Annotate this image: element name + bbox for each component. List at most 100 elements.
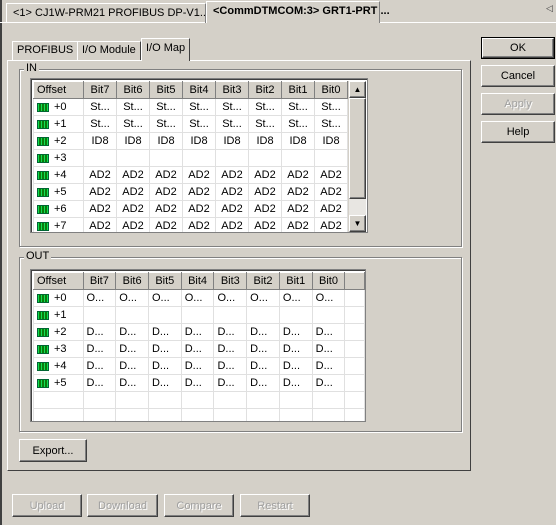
bit-cell[interactable]: St... [248,98,282,116]
bit-cell[interactable]: D... [147,374,182,392]
bit-cell[interactable]: D... [82,340,117,358]
bit-cell[interactable]: ID8 [149,132,183,150]
bit-cell[interactable]: ID8 [248,132,282,150]
scroll-up-button[interactable]: ▲ [349,81,366,98]
bit-cell[interactable]: St... [314,115,348,133]
bit-cell[interactable]: ID8 [215,132,249,150]
bit-cell[interactable]: D... [311,340,346,358]
bit-cell[interactable]: AD2 [182,166,216,184]
column-header[interactable]: Bit1 [278,272,313,290]
bit-cell[interactable]: O... [180,289,215,307]
bit-cell[interactable]: D... [82,357,117,375]
bit-cell[interactable]: AD2 [314,200,348,218]
bit-cell[interactable]: AD2 [248,200,282,218]
help-button[interactable]: Help [481,121,555,143]
bit-cell[interactable]: AD2 [314,183,348,201]
bit-cell[interactable]: D... [180,357,215,375]
bit-cell[interactable]: AD2 [83,166,117,184]
column-header[interactable]: Bit0 [311,272,346,290]
bit-cell[interactable] [314,149,348,167]
bit-cell[interactable]: D... [147,357,182,375]
bit-cell[interactable]: AD2 [215,200,249,218]
scroll-down-button[interactable]: ▼ [349,215,366,232]
bit-cell[interactable]: D... [115,340,149,358]
bit-cell[interactable]: D... [213,340,248,358]
bit-cell[interactable]: ID8 [281,132,315,150]
bit-cell[interactable]: AD2 [281,166,315,184]
table-row[interactable]: +2 D... D... D... D... D... D... D... D... [33,323,365,341]
bit-cell[interactable]: D... [278,357,313,375]
bit-cell[interactable]: AD2 [281,217,315,232]
bit-cell[interactable]: O... [82,289,117,307]
doc-tab-prm21[interactable]: <1> CJ1W-PRM21 PROFIBUS DP-V1... [6,3,209,23]
bit-cell[interactable]: D... [246,374,280,392]
bit-cell[interactable]: AD2 [248,166,282,184]
bit-cell[interactable]: ID8 [116,132,150,150]
bit-cell[interactable] [246,306,280,324]
bit-cell[interactable]: AD2 [149,200,183,218]
download-button[interactable]: Download [87,494,158,517]
bit-cell[interactable]: St... [248,115,282,133]
bit-cell[interactable]: AD2 [83,217,117,232]
bit-cell[interactable]: D... [278,374,313,392]
bit-cell[interactable]: O... [213,289,248,307]
bit-cell[interactable]: AD2 [215,217,249,232]
table-row[interactable]: +3 [33,149,348,167]
tab-scroll-left-icon[interactable]: ◁ [546,3,553,14]
bit-cell[interactable]: AD2 [116,200,150,218]
bit-cell[interactable]: AD2 [314,166,348,184]
cancel-button[interactable]: Cancel [481,65,555,87]
bit-cell[interactable]: D... [82,323,117,341]
column-header[interactable]: Bit2 [246,272,280,290]
tab-io-module[interactable]: I/O Module [77,41,141,60]
bit-cell[interactable]: St... [116,98,150,116]
bit-cell[interactable]: D... [246,357,280,375]
table-row[interactable]: +6 AD2 AD2 AD2 AD2 AD2 AD2 AD2 AD2 [33,200,348,218]
bit-cell[interactable] [83,149,117,167]
table-row[interactable]: +4 AD2 AD2 AD2 AD2 AD2 AD2 AD2 AD2 [33,166,348,184]
bit-cell[interactable]: D... [115,357,149,375]
bit-cell[interactable]: D... [147,323,182,341]
table-row[interactable]: +1 [33,306,365,324]
column-header[interactable]: Bit7 [82,272,117,290]
bit-cell[interactable]: St... [182,115,216,133]
column-header[interactable]: Bit2 [248,81,282,99]
column-header[interactable]: Bit4 [180,272,215,290]
bit-cell[interactable] [278,306,313,324]
bit-cell[interactable] [116,149,150,167]
bit-cell[interactable]: AD2 [83,200,117,218]
table-row[interactable]: +1 St... St... St... St... St... St... St... St.… [33,115,348,133]
upload-button[interactable]: Upload [12,494,82,517]
bit-cell[interactable]: St... [281,98,315,116]
apply-button[interactable]: Apply [481,93,555,115]
bit-cell[interactable]: St... [215,98,249,116]
bit-cell[interactable]: O... [115,289,149,307]
bit-cell[interactable]: O... [278,289,313,307]
table-row[interactable]: +5 D... D... D... D... D... D... D... D... [33,374,365,392]
bit-cell[interactable] [182,149,216,167]
bit-cell[interactable]: AD2 [116,166,150,184]
bit-cell[interactable] [115,306,149,324]
bit-cell[interactable] [82,306,117,324]
bit-cell[interactable]: D... [180,340,215,358]
column-header[interactable]: Bit3 [213,272,248,290]
column-header[interactable]: Bit5 [149,81,183,99]
column-header[interactable]: Bit3 [215,81,249,99]
column-header[interactable]: Bit5 [147,272,182,290]
bit-cell[interactable]: AD2 [248,183,282,201]
bit-cell[interactable]: St... [83,98,117,116]
bit-cell[interactable]: St... [314,98,348,116]
bit-cell[interactable]: AD2 [314,217,348,232]
bit-cell[interactable]: AD2 [215,183,249,201]
doc-tab-grt1[interactable]: <CommDTMCOM:3> GRT1-PRT ... [206,1,390,23]
bit-cell[interactable]: D... [311,357,346,375]
bit-cell[interactable]: AD2 [281,183,315,201]
bit-cell[interactable]: ID8 [83,132,117,150]
bit-cell[interactable]: AD2 [182,200,216,218]
bit-cell[interactable] [311,306,346,324]
bit-cell[interactable]: D... [115,374,149,392]
bit-cell[interactable]: AD2 [281,200,315,218]
column-header[interactable]: Bit6 [115,272,149,290]
bit-cell[interactable]: AD2 [215,166,249,184]
bit-cell[interactable]: O... [311,289,346,307]
